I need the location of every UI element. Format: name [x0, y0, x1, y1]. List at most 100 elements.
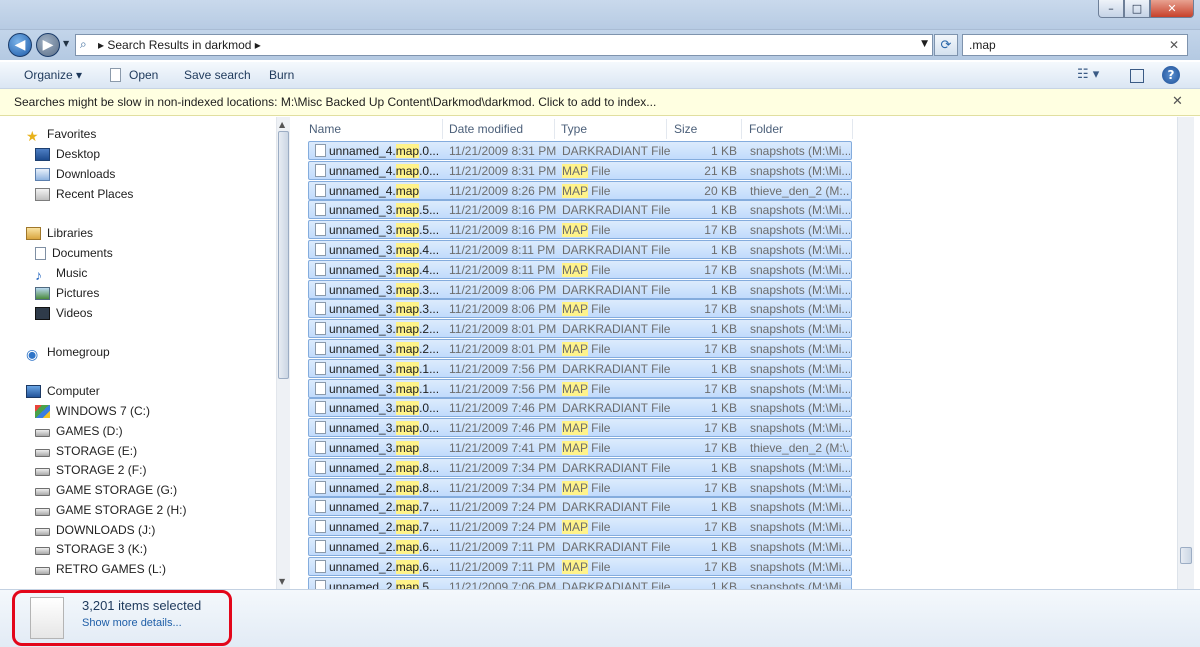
column-header-size[interactable]: Size [666, 119, 742, 139]
file-folder: snapshots (M:\Mi... [750, 401, 850, 416]
column-header-folder[interactable]: Folder [741, 119, 853, 139]
file-icon [315, 243, 326, 256]
file-row[interactable]: unnamed_3.map.4... 11/21/2009 8:11 PM DARK… [308, 240, 852, 259]
file-row[interactable]: unnamed_3.map.2... 11/21/2009 8:01 PM DARK… [308, 319, 852, 339]
nav-label: Recent Places [56, 187, 134, 201]
scroll-down-icon[interactable]: ▼ [279, 577, 285, 586]
nav-scroll-thumb[interactable] [278, 131, 289, 379]
file-row[interactable]: unnamed_3.map.1... 11/21/2009 7:56 PM DARK… [308, 358, 852, 378]
file-folder: snapshots (M:\Mi... [750, 282, 850, 297]
file-name-rest: .0... [419, 421, 440, 436]
file-row[interactable]: unnamed_2.map.7... 11/21/2009 7:24 PM MAP … [308, 517, 852, 537]
preview-pane-icon[interactable] [1130, 69, 1144, 83]
nav-drive[interactable]: GAME STORAGE 2 (H:) [35, 503, 186, 517]
nav-videos[interactable]: Videos [35, 306, 92, 320]
index-info-bar[interactable]: Searches might be slow in non-indexed lo… [0, 89, 1200, 116]
file-name-base: unnamed_3. [329, 262, 396, 277]
file-date: 11/21/2009 7:41 PM [449, 441, 557, 455]
nav-scrollbar[interactable]: ▲ ▼ [276, 117, 290, 589]
close-window-button[interactable]: ✕ [1150, 0, 1194, 18]
clear-search-icon[interactable]: ✕ [1169, 38, 1179, 52]
breadcrumb-separator-end[interactable]: ▸ [255, 38, 261, 52]
open-button[interactable]: Open [110, 68, 158, 82]
column-header-type[interactable]: Type [553, 119, 667, 139]
address-dropdown-icon[interactable]: ▼ [921, 39, 928, 49]
file-row[interactable]: unnamed_3.map.3... 11/21/2009 8:06 PM DARK… [308, 279, 852, 299]
file-size: 17 KB [704, 262, 737, 277]
forward-button[interactable]: ▶ [36, 33, 60, 57]
recent-pages-dropdown[interactable]: ▼ [63, 39, 69, 48]
search-term-highlight: map [395, 262, 420, 277]
file-list-scroll-thumb[interactable] [1180, 547, 1192, 564]
file-row[interactable]: unnamed_2.map.6... 11/21/2009 7:11 PM DARK… [308, 537, 852, 556]
file-icon [315, 183, 326, 197]
file-type: MAP File [562, 302, 610, 317]
file-type-text: File [587, 223, 611, 238]
nav-drive[interactable]: DOWNLOADS (J:) [35, 523, 155, 537]
file-row[interactable]: unnamed_3.map.4... 11/21/2009 8:11 PM MAP … [308, 259, 852, 279]
file-size: 1 KB [710, 361, 737, 376]
file-folder: snapshots (M:\Mi... [750, 500, 850, 515]
nav-drive[interactable]: RETRO GAMES (L:) [35, 562, 166, 576]
nav-libraries[interactable]: Libraries [26, 226, 93, 240]
file-row[interactable]: unnamed_3.map.5... 11/21/2009 8:16 PM DARK… [308, 200, 852, 220]
nav-drive[interactable]: GAMES (D:) [35, 424, 123, 438]
nav-drive[interactable]: STORAGE 3 (K:) [35, 542, 147, 556]
file-name-rest: .5... [419, 579, 440, 589]
file-row[interactable]: unnamed_2.map.5... 11/21/2009 7:06 PM DARK… [308, 576, 852, 589]
breadcrumb-search-results[interactable]: Search Results in darkmod [107, 38, 251, 52]
file-row[interactable]: unnamed_3.map.1... 11/21/2009 7:56 PM MAP … [308, 378, 852, 398]
nav-drive[interactable]: STORAGE (E:) [35, 444, 137, 458]
file-row[interactable]: unnamed_3.map.0... 11/21/2009 7:46 PM MAP … [308, 418, 852, 438]
column-header-date[interactable]: Date modified [441, 119, 555, 139]
file-row[interactable]: unnamed_2.map.6... 11/21/2009 7:11 PM MAP … [308, 556, 852, 576]
file-name: unnamed_2.map.6... [329, 559, 441, 574]
file-row[interactable]: unnamed_3.map.2... 11/21/2009 8:01 PM MAP … [308, 339, 852, 358]
file-list-scrollbar[interactable] [1177, 117, 1194, 589]
file-type: MAP File [562, 262, 610, 277]
nav-recent-places[interactable]: Recent Places [35, 187, 133, 201]
burn-button[interactable]: Burn [269, 68, 294, 82]
nav-computer[interactable]: Computer [26, 384, 100, 398]
index-warning-text[interactable]: Searches might be slow in non-indexed lo… [14, 95, 656, 109]
scroll-up-icon[interactable]: ▲ [279, 120, 285, 129]
nav-drive[interactable]: STORAGE 2 (F:) [35, 463, 146, 477]
refresh-button[interactable]: ⟳ [934, 34, 958, 56]
maximize-button[interactable]: □ [1124, 0, 1150, 18]
help-icon[interactable]: ? [1162, 66, 1180, 84]
file-row[interactable]: unnamed_4.map.0... 11/21/2009 8:31 PM MAP … [308, 160, 852, 180]
nav-downloads[interactable]: Downloads [35, 167, 115, 181]
search-term-highlight: map [395, 282, 420, 297]
nav-pictures[interactable]: Pictures [35, 286, 99, 300]
file-row[interactable]: unnamed_2.map.7... 11/21/2009 7:24 PM DARK… [308, 497, 852, 517]
search-input[interactable]: .map [969, 38, 996, 52]
nav-desktop[interactable]: Desktop [35, 147, 100, 161]
search-box[interactable]: .map ✕ [962, 34, 1188, 56]
search-term-highlight: map [395, 163, 420, 178]
column-header-name[interactable]: Name [301, 119, 443, 139]
nav-favorites[interactable]: ★ Favorites [26, 127, 96, 144]
file-row[interactable]: unnamed_4.map.0... 11/21/2009 8:31 PM DARK… [308, 141, 852, 160]
nav-drive[interactable]: WINDOWS 7 (C:) [35, 404, 150, 418]
nav-documents[interactable]: Documents [35, 246, 113, 260]
nav-homegroup[interactable]: ◉ Homegroup [26, 345, 110, 362]
address-path[interactable]: ▸ Search Results in darkmod ▸ [98, 38, 261, 52]
minimize-button[interactable]: – [1098, 0, 1124, 18]
file-row[interactable]: unnamed_3.map 11/21/2009 7:41 PM MAP File 1… [308, 438, 852, 457]
nav-music[interactable]: ♪ Music [35, 266, 87, 283]
file-row[interactable]: unnamed_3.map.0... 11/21/2009 7:46 PM DARK… [308, 398, 852, 418]
file-name: unnamed_3.map.0... [329, 421, 441, 436]
save-search-button[interactable]: Save search [184, 68, 251, 82]
file-row[interactable]: unnamed_3.map.5... 11/21/2009 8:16 PM MAP … [308, 220, 852, 240]
views-icon[interactable]: ☷ ▾ [1077, 67, 1099, 82]
file-row[interactable]: unnamed_3.map.3... 11/21/2009 8:06 PM MAP … [308, 299, 852, 319]
nav-drive[interactable]: GAME STORAGE (G:) [35, 483, 177, 497]
file-row[interactable]: unnamed_2.map.8... 11/21/2009 7:34 PM DARK… [308, 457, 852, 477]
organize-menu[interactable]: Organize ▾ [24, 68, 82, 82]
address-bar[interactable]: ⌕ ▸ Search Results in darkmod ▸ ▼ [75, 34, 933, 56]
close-infobar-icon[interactable]: ✕ [1172, 94, 1183, 109]
back-button[interactable]: ◀ [8, 33, 32, 57]
file-row[interactable]: unnamed_2.map.8... 11/21/2009 7:34 PM MAP … [308, 477, 852, 497]
file-row[interactable]: unnamed_4.map 11/21/2009 8:26 PM MAP File 2… [308, 180, 852, 200]
file-icon [315, 500, 326, 514]
